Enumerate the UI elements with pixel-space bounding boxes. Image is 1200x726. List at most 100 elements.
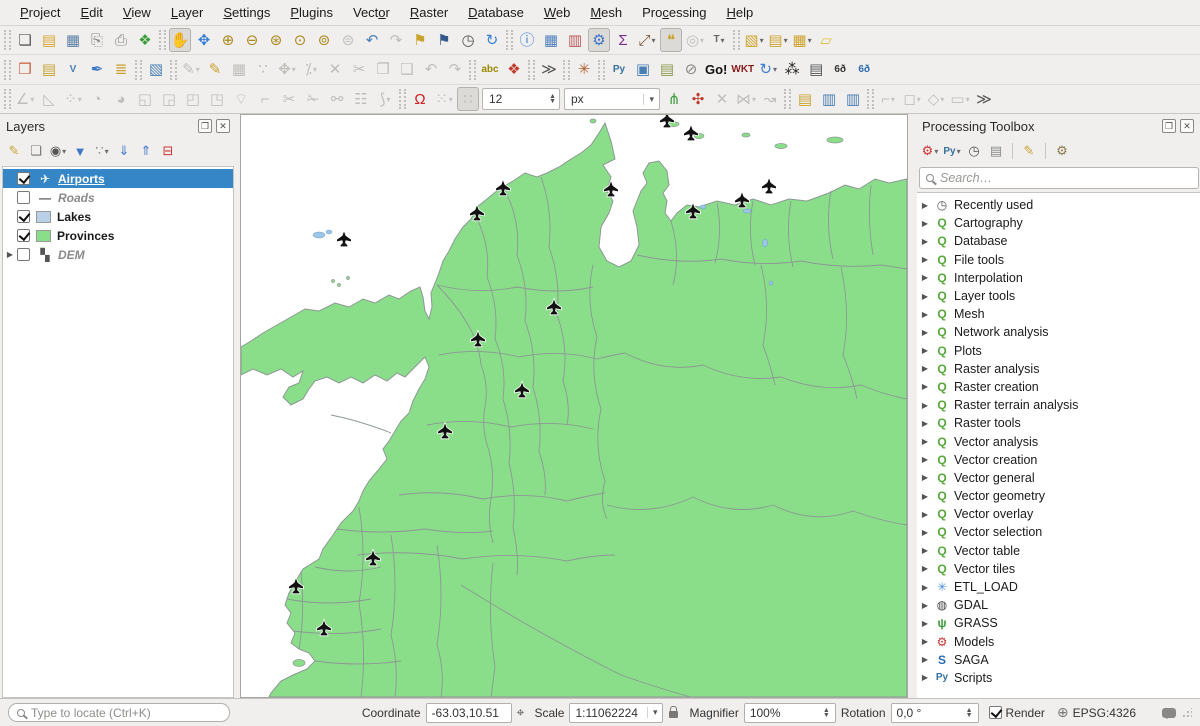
magnifier-spinbox[interactable]: 100% ▲▼ [744, 703, 836, 723]
select-by-value[interactable]: ▤▾ [767, 28, 789, 52]
right-splitter[interactable] [908, 114, 916, 698]
plugin-reloader[interactable]: ↻▾ [757, 58, 779, 82]
zoom-to-selection[interactable]: ⊙ [289, 28, 311, 52]
pan-to-selection[interactable]: ✥ [193, 28, 215, 52]
toolbox-category-plots[interactable]: ▶QPlots [917, 342, 1200, 360]
rotation-spin-arrows[interactable]: ▲▼ [966, 708, 973, 718]
toolbar-handle[interactable] [4, 30, 11, 50]
project-new[interactable]: ❏ [14, 28, 36, 52]
toolbar-handle[interactable] [528, 60, 535, 80]
processing-close-icon[interactable]: ✕ [1180, 119, 1194, 133]
filter-legend[interactable]: ▼ [70, 141, 90, 161]
expander-icon[interactable]: ▶ [917, 292, 933, 301]
scale-combobox[interactable]: 1:11062224 ▾ [569, 703, 663, 723]
expander-icon[interactable]: ▶ [917, 473, 933, 482]
map-swipe-tool[interactable]: ▣ [632, 58, 654, 82]
menu-view[interactable]: View [113, 2, 161, 23]
expander-icon[interactable]: ▶ [917, 583, 933, 592]
toolbox-category-mesh[interactable]: ▶QMesh [917, 305, 1200, 323]
wkt-tool[interactable]: WKT [730, 58, 755, 82]
menu-project[interactable]: Project [10, 2, 70, 23]
layer-styling[interactable]: ❖ [503, 58, 525, 82]
collapse-all[interactable]: ⇑ [136, 141, 156, 161]
text-annotation[interactable]: T▾ [708, 28, 730, 52]
toolbox-category-gdal[interactable]: ▶◍GDAL [917, 596, 1200, 614]
go-button[interactable]: Go! [704, 58, 728, 82]
layers-close-icon[interactable]: ✕ [216, 119, 230, 133]
expander-icon[interactable]: ▶ [917, 601, 933, 610]
toolbox-category-raster-terrain-analysis[interactable]: ▶QRaster terrain analysis [917, 396, 1200, 414]
temporal-controller[interactable]: ◷ [457, 28, 479, 52]
toolbox-category-database[interactable]: ▶QDatabase [917, 232, 1200, 250]
eyes-plugin-1[interactable]: 6ð [829, 58, 851, 82]
toolbox-category-vector-overlay[interactable]: ▶QVector overlay [917, 505, 1200, 523]
zoom-to-layer[interactable]: ⊚ [313, 28, 335, 52]
expander-icon[interactable]: ▶ [917, 673, 933, 682]
deselect-all[interactable]: ▦▾ [791, 28, 813, 52]
menu-vector[interactable]: Vector [343, 2, 400, 23]
disable-auto-refresh[interactable]: ⊘ [680, 58, 702, 82]
crs-globe-icon[interactable]: ⊕ [1057, 704, 1069, 721]
map-tips[interactable]: ❝ [660, 28, 682, 52]
manage-map-themes[interactable]: ◉▾ [48, 141, 68, 161]
crs-value[interactable]: EPSG:4326 [1073, 706, 1136, 720]
processing-float-icon[interactable]: ❐ [1162, 119, 1176, 133]
tracing-offset[interactable]: ✣ [687, 87, 709, 111]
first-aid-debug[interactable]: ⁂ [781, 58, 803, 82]
refresh-map[interactable]: ↻ [481, 28, 503, 52]
toolbox-category-vector-selection[interactable]: ▶QVector selection [917, 523, 1200, 541]
toolbox-category-recently-used[interactable]: ▶◷Recently used [917, 196, 1200, 214]
add-virtual-layer[interactable]: ▧ [145, 58, 167, 82]
toolbar-overflow-3[interactable]: ≫ [973, 87, 995, 111]
add-vector-layer[interactable]: V [62, 58, 84, 82]
db-export[interactable]: ▥ [818, 87, 840, 111]
toolbar-handle[interactable] [159, 30, 166, 50]
project-save[interactable]: ▦ [62, 28, 84, 52]
menu-help[interactable]: Help [716, 2, 763, 23]
expander-icon[interactable]: ▶ [917, 237, 933, 246]
menu-settings[interactable]: Settings [213, 2, 280, 23]
toolbox-category-saga[interactable]: ▶SSAGA [917, 651, 1200, 669]
layer-item-provinces[interactable]: Provinces [3, 226, 233, 245]
toolbar-handle[interactable] [135, 60, 142, 80]
attribute-table[interactable]: ▦ [540, 28, 562, 52]
layers-float-icon[interactable]: ❐ [198, 119, 212, 133]
expander-icon[interactable]: ▶ [917, 564, 933, 573]
magnifier-spin-arrows[interactable]: ▲▼ [823, 708, 830, 718]
layer-checkbox-lakes[interactable] [17, 210, 30, 223]
layer-checklist[interactable]: ▤ [794, 87, 816, 111]
expander-icon[interactable]: ▶ [917, 401, 933, 410]
toolbar-handle[interactable] [598, 60, 605, 80]
annotation-note[interactable]: ▱ [815, 28, 837, 52]
menu-database[interactable]: Database [458, 2, 534, 23]
toolbox-category-models[interactable]: ▶⚙Models [917, 633, 1200, 651]
db-import[interactable]: ▥ [842, 87, 864, 111]
identify-features[interactable]: ⓘ [516, 28, 538, 52]
coordinate-input[interactable]: -63.03,10.51 [426, 703, 512, 723]
layer-checkbox-roads[interactable] [17, 191, 30, 204]
expander-icon[interactable]: ▶ [917, 437, 933, 446]
menu-edit[interactable]: Edit [70, 2, 112, 23]
new-geopackage-layer[interactable]: ▤ [38, 58, 60, 82]
select-features[interactable]: ▧▾ [743, 28, 765, 52]
map-canvas[interactable] [240, 114, 908, 698]
toolbox-category-vector-analysis[interactable]: ▶QVector analysis [917, 432, 1200, 450]
data-source-manager[interactable]: ❒ [14, 58, 36, 82]
statistical-summary[interactable]: ▥ [564, 28, 586, 52]
toolbox-category-vector-tiles[interactable]: ▶QVector tiles [917, 560, 1200, 578]
snapping-tolerance-spinbox[interactable]: 12▲▼ [482, 88, 560, 110]
toolbox-category-file-tools[interactable]: ▶QFile tools [917, 251, 1200, 269]
add-group[interactable]: ❏ [26, 141, 46, 161]
log-messages-icon[interactable] [1162, 708, 1176, 718]
expander-icon[interactable]: ▶ [917, 455, 933, 464]
show-statistics[interactable]: Σ [612, 28, 634, 52]
layer-item-lakes[interactable]: Lakes [3, 207, 233, 226]
expander-icon[interactable]: ▶ [917, 419, 933, 428]
toolbar-handle[interactable] [399, 89, 406, 109]
new-print-layout[interactable]: ⎘ [86, 28, 108, 52]
layer-item-dem[interactable]: ▶▚DEM [3, 245, 233, 264]
processing-toolbox[interactable]: ⚙ [588, 28, 610, 52]
qgis-resource-browser[interactable]: ▤ [656, 58, 678, 82]
enable-snapping[interactable]: Ω [409, 87, 431, 111]
expander-icon[interactable]: ▶ [917, 528, 933, 537]
